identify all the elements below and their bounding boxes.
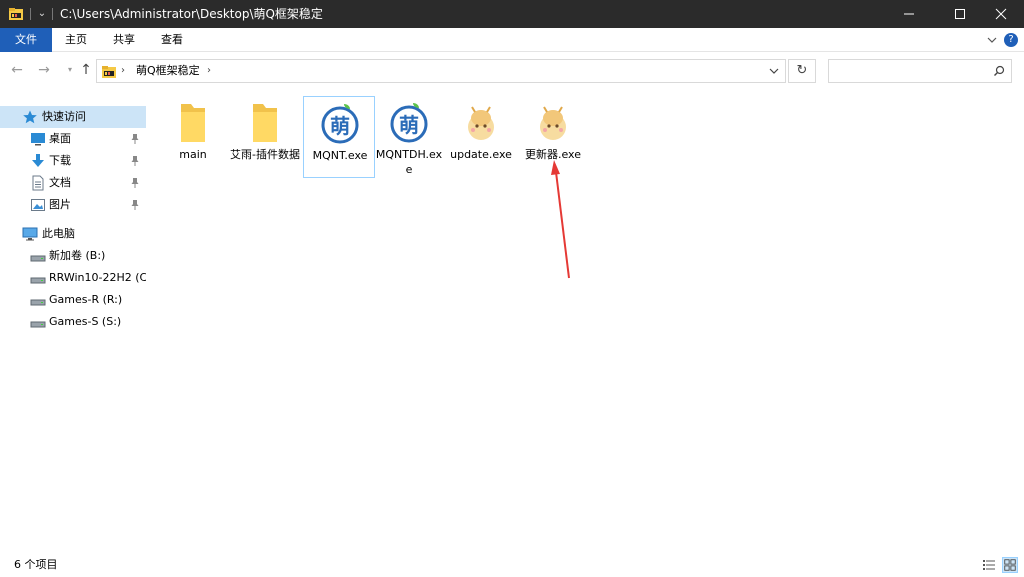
tab-share[interactable]: 共享 xyxy=(104,28,144,52)
mascot-app-icon xyxy=(468,106,494,140)
tab-home[interactable]: 主页 xyxy=(56,28,96,52)
file-item-exe[interactable]: 萌 MQNTDH.exe xyxy=(373,96,445,178)
close-icon[interactable] xyxy=(978,0,1024,28)
title-separator xyxy=(30,8,31,20)
quick-access-toolbar-dropdown-icon[interactable]: ⌄ xyxy=(36,7,48,21)
file-item-exe[interactable]: 萌 MQNT.exe xyxy=(303,96,375,178)
meng-app-icon: 萌 xyxy=(390,103,428,143)
search-box[interactable] xyxy=(828,59,1012,83)
large-icons-view-icon[interactable] xyxy=(1002,557,1018,573)
meng-app-icon: 萌 xyxy=(321,104,359,144)
sidebar-item-this-pc[interactable]: 此电脑 xyxy=(0,223,146,245)
svg-text:萌: 萌 xyxy=(399,113,419,137)
search-input[interactable] xyxy=(833,63,983,79)
breadcrumb-current[interactable]: 萌Q框架稳定 xyxy=(136,60,200,82)
navigation-bar: ← → ▾ ↑ › 萌Q框架稳定 › ↻ xyxy=(0,52,1024,90)
maximize-icon[interactable] xyxy=(937,0,983,28)
file-name: MQNTDH.exe xyxy=(375,148,443,176)
file-name: 艾雨-插件数据 xyxy=(230,148,300,161)
recent-locations-chevron-icon[interactable]: ▾ xyxy=(62,62,78,78)
sidebar-item-label: 新加卷 (B:) xyxy=(49,249,106,262)
title-bar: ⌄ C:\Users\Administrator\Desktop\萌Q框架稳定 xyxy=(0,0,1024,28)
ribbon-tabs: 文件 主页 共享 查看 ? xyxy=(0,28,1024,52)
ribbon-expand-icon[interactable] xyxy=(986,34,998,46)
explorer-folder-icon[interactable] xyxy=(8,6,24,22)
sidebar-item-drive-c[interactable]: RRWin10-22H2 (C xyxy=(0,267,146,289)
folder-icon xyxy=(253,104,277,142)
file-item-exe[interactable]: 更新器.exe xyxy=(517,96,589,178)
up-arrow-icon[interactable]: ↑ xyxy=(78,62,94,78)
download-icon xyxy=(32,154,44,167)
sidebar-item-documents[interactable]: 文档 xyxy=(0,172,146,194)
pin-icon[interactable] xyxy=(130,177,140,189)
file-list: main 艾雨-插件数据 萌 MQNT.exe 萌 MQNTDH.exe upd… xyxy=(146,90,1024,552)
refresh-button[interactable]: ↻ xyxy=(788,59,816,83)
drive-icon xyxy=(30,321,46,328)
sidebar-item-label: 快速访问 xyxy=(42,110,86,123)
help-icon[interactable]: ? xyxy=(1004,33,1018,47)
back-arrow-icon[interactable]: ← xyxy=(9,62,25,78)
sidebar-item-desktop[interactable]: 桌面 xyxy=(0,128,146,150)
title-separator xyxy=(52,8,53,20)
address-dropdown-icon[interactable] xyxy=(769,66,779,76)
forward-arrow-icon[interactable]: → xyxy=(36,62,52,78)
drive-icon xyxy=(30,255,46,262)
sidebar-item-pictures[interactable]: 图片 xyxy=(0,194,146,216)
svg-text:萌: 萌 xyxy=(330,114,350,138)
sidebar-item-label: Games-S (S:) xyxy=(49,315,122,328)
tab-file[interactable]: 文件 xyxy=(0,28,52,52)
star-icon xyxy=(23,110,37,124)
pin-icon[interactable] xyxy=(130,133,140,145)
file-name: main xyxy=(179,148,207,161)
sidebar-item-drive-s[interactable]: Games-S (S:) xyxy=(0,311,146,333)
file-item-folder[interactable]: 艾雨-插件数据 xyxy=(229,96,301,178)
window-title: C:\Users\Administrator\Desktop\萌Q框架稳定 xyxy=(60,7,323,21)
navigation-pane: 快速访问 桌面 下载 文档 图片 此电脑 新加卷 (B:) RRWin10-22… xyxy=(0,90,146,552)
sidebar-item-label: 图片 xyxy=(49,198,71,211)
folder-location-icon xyxy=(102,66,116,78)
desktop-icon xyxy=(31,133,45,146)
drive-icon xyxy=(30,299,46,306)
sidebar-item-quick-access[interactable]: 快速访问 xyxy=(0,106,146,128)
sidebar-item-drive-r[interactable]: Games-R (R:) xyxy=(0,289,146,311)
computer-icon xyxy=(22,227,38,241)
pin-icon[interactable] xyxy=(130,155,140,167)
drive-icon xyxy=(30,277,46,284)
sidebar-item-label: RRWin10-22H2 (C xyxy=(49,271,146,284)
explorer-window: ⌄ C:\Users\Administrator\Desktop\萌Q框架稳定 … xyxy=(0,0,1024,577)
sidebar-item-label: 文档 xyxy=(49,176,71,189)
sidebar-item-label: 桌面 xyxy=(49,132,71,145)
tab-view[interactable]: 查看 xyxy=(152,28,192,52)
item-count: 6 个项目 xyxy=(14,558,58,571)
status-bar: 6 个项目 xyxy=(0,552,1024,577)
search-icon[interactable] xyxy=(993,65,1005,77)
file-name: 更新器.exe xyxy=(524,148,581,161)
file-name: update.exe xyxy=(450,148,512,161)
sidebar-item-label: 此电脑 xyxy=(42,227,75,240)
minimize-icon[interactable] xyxy=(886,0,932,28)
address-bar[interactable]: › 萌Q框架稳定 › xyxy=(96,59,786,83)
sidebar-item-downloads[interactable]: 下载 xyxy=(0,150,146,172)
details-view-icon[interactable] xyxy=(982,558,996,572)
picture-icon xyxy=(31,199,45,211)
pin-icon[interactable] xyxy=(130,199,140,211)
folder-icon xyxy=(181,104,205,142)
file-name: MQNT.exe xyxy=(312,149,368,162)
mascot-app-icon xyxy=(540,106,566,140)
document-icon xyxy=(32,175,44,191)
file-item-exe[interactable]: update.exe xyxy=(445,96,517,178)
sidebar-item-drive-b[interactable]: 新加卷 (B:) xyxy=(0,245,146,267)
breadcrumb-chevron-icon[interactable]: › xyxy=(207,60,211,82)
sidebar-item-label: 下载 xyxy=(49,154,71,167)
breadcrumb-chevron-icon[interactable]: › xyxy=(121,60,125,82)
sidebar-item-label: Games-R (R:) xyxy=(49,293,123,306)
file-item-folder[interactable]: main xyxy=(157,96,229,178)
